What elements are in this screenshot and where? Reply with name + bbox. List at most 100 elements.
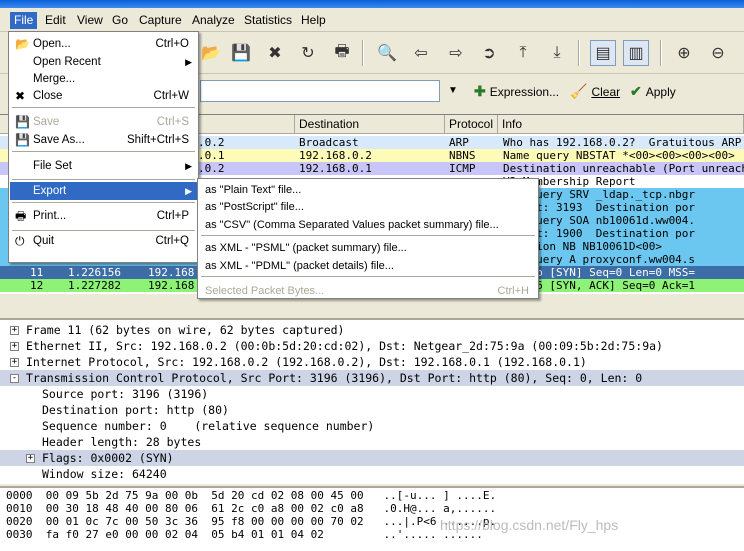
detail-row[interactable]: + Flags: 0x0002 (SYN) [0, 450, 744, 466]
filter-dropdown-icon[interactable]: ▼ [448, 85, 458, 96]
file-menu-print[interactable]: 🖶 Print... Ctrl+P [10, 207, 197, 225]
filter-input[interactable] [200, 80, 440, 102]
submenu-arrow-icon: ▶ [185, 186, 192, 196]
hex-row: 0010 00 30 18 48 40 00 80 06 61 2c c0 a8… [6, 502, 497, 515]
detail-row[interactable]: Header length: 28 bytes [0, 434, 744, 450]
zoom-in-icon[interactable]: ⊕ [671, 40, 697, 66]
export-menu-as-xml-psml-packet-summary-fil[interactable]: as XML - "PSML" (packet summary) file... [199, 240, 537, 257]
file-menu-close[interactable]: ✖ Close Ctrl+W [10, 87, 197, 105]
close-icon: ✖ [15, 89, 26, 103]
toolbar-separator [362, 40, 364, 66]
export-menu-as-xml-pdml-packet-details-fil[interactable]: as XML - "PDML" (packet details) file... [199, 258, 537, 275]
column-header-destination[interactable]: Destination [295, 115, 445, 134]
file-menu-save-as[interactable]: 💾 Save As... Shift+Ctrl+S [10, 131, 197, 149]
detail-text: Frame 11 (62 bytes on wire, 62 bytes cap… [26, 323, 345, 337]
export-menu-as-csv-comma-separated-values-[interactable]: as "CSV" (Comma Separated Values packet … [199, 217, 537, 234]
menu-item-shortcut: Ctrl+O [155, 38, 189, 50]
toolbar-separator [578, 40, 580, 66]
detail-row[interactable]: + Internet Protocol, Src: 192.168.0.2 (19… [0, 354, 744, 370]
menu-item-label: Save [33, 116, 60, 128]
packet-protocol: ICMP [449, 162, 476, 175]
packet-bytes-pane[interactable]: 0000 00 09 5b 2d 75 9a 00 0b 5d 20 cd 02… [0, 486, 744, 551]
menu-item-label: as "Plain Text" file... [205, 184, 302, 196]
menu-item-shortcut: Ctrl+Q [155, 235, 189, 247]
menu-separator [201, 235, 535, 236]
detail-row[interactable]: Window size: 64240 [0, 466, 744, 482]
expand-icon[interactable]: + [10, 342, 19, 351]
print-icon: 🖶 [15, 209, 27, 223]
go-forward-icon[interactable]: ⇨ [443, 40, 469, 66]
go-back-icon[interactable]: ⇦ [408, 40, 434, 66]
expand-icon[interactable]: + [10, 326, 19, 335]
packet-details-pane[interactable]: + Frame 11 (62 bytes on wire, 62 bytes ca… [0, 318, 744, 484]
expand-icon[interactable]: + [10, 358, 19, 367]
zoom-out-icon[interactable]: ⊖ [705, 40, 731, 66]
export-menu-selected-packet-bytes[interactable]: Selected Packet Bytes... Ctrl+H [199, 283, 537, 300]
menu-item-label: Quit [33, 235, 55, 247]
packet-time: 1.226156 [68, 266, 121, 279]
file-menu-export[interactable]: Export ▶ [10, 182, 197, 200]
detail-row[interactable]: Source port: 3196 (3196) [0, 386, 744, 402]
packet-destination: 192.168.0.1 [299, 162, 372, 175]
save-icon: 💾 [15, 115, 30, 129]
print-icon[interactable]: 🖶 [329, 40, 355, 66]
open-icon: 📂 [15, 37, 30, 51]
menu-item-label: Print... [33, 210, 67, 222]
go-first-icon[interactable]: ⤒ [510, 40, 536, 66]
file-menu-quit[interactable]: ⏻ Quit Ctrl+Q [10, 232, 197, 250]
packet-destination: Broadcast [299, 136, 359, 149]
open-file-icon[interactable]: 📂 [198, 40, 224, 66]
auto-scroll-icon[interactable]: ▥ [623, 40, 649, 66]
file-menu-dropdown: 📂 Open... Ctrl+O Open Recent ▶ Merge... ✖ Close… [8, 31, 199, 263]
file-menu-open-recent[interactable]: Open Recent ▶ [10, 53, 197, 71]
detail-row[interactable]: Sequence number: 0 (relative sequence nu… [0, 418, 744, 434]
column-header-info[interactable]: Info [498, 115, 744, 134]
column-header-protocol[interactable]: Protocol [445, 115, 498, 134]
detail-row[interactable]: - Transmission Control Protocol, Src Port… [0, 370, 744, 386]
expression-button[interactable]: ✚ Expression... [474, 83, 559, 100]
menu-item-shortcut: Ctrl+W [153, 90, 189, 102]
detail-text: Transmission Control Protocol, Src Port:… [26, 371, 643, 385]
file-menu-file-set[interactable]: File Set ▶ [10, 157, 197, 175]
save-file-icon[interactable]: 💾 [228, 40, 254, 66]
packet-number: 12 [30, 279, 44, 292]
menu-help[interactable]: Help [297, 12, 330, 29]
toolbar-separator [660, 40, 662, 66]
detail-row[interactable]: + Ethernet II, Src: 192.168.0.2 (00:0b:5d… [0, 338, 744, 354]
menu-edit[interactable]: Edit [41, 12, 70, 29]
menu-go[interactable]: Go [108, 12, 132, 29]
colorize-icon[interactable]: ▤ [590, 40, 616, 66]
detail-text: Destination port: http (80) [42, 403, 229, 417]
menu-statistics[interactable]: Statistics [240, 12, 296, 29]
file-menu-merge[interactable]: Merge... [10, 70, 197, 88]
packet-source: .0.2 [198, 136, 225, 149]
file-menu-save[interactable]: 💾 Save Ctrl+S [10, 113, 197, 131]
expand-icon[interactable]: + [26, 454, 35, 463]
menu-view[interactable]: View [73, 12, 107, 29]
menu-item-label: Close [33, 90, 63, 102]
reload-icon[interactable]: ↻ [295, 40, 321, 66]
detail-row[interactable]: + Frame 11 (62 bytes on wire, 62 bytes ca… [0, 322, 744, 338]
menu-capture[interactable]: Capture [135, 12, 186, 29]
export-menu-as-postscript-file[interactable]: as "PostScript" file... [199, 199, 537, 216]
go-to-packet-icon[interactable]: ➲ [476, 40, 502, 66]
collapse-icon[interactable]: - [10, 374, 19, 383]
close-file-icon[interactable]: ✖ [262, 40, 288, 66]
menu-item-shortcut: Shift+Ctrl+S [127, 134, 189, 146]
detail-row[interactable]: Destination port: http (80) [0, 402, 744, 418]
quit-icon: ⏻ [15, 234, 25, 248]
packet-source: .0.1 [198, 149, 225, 162]
file-menu-open[interactable]: 📂 Open... Ctrl+O [10, 35, 197, 53]
find-packet-icon[interactable]: 🔍 [374, 40, 400, 66]
clear-button[interactable]: 🧹 Clear [570, 83, 620, 100]
apply-button[interactable]: ✔ Apply [630, 83, 676, 100]
window-title-bar [0, 0, 744, 8]
menu-item-label: Open Recent [33, 56, 101, 68]
packet-source: 192.168 [148, 279, 195, 292]
menu-item-label: Open... [33, 38, 71, 50]
export-menu-as-plain-text-file[interactable]: as "Plain Text" file... [199, 182, 537, 199]
menu-separator [201, 276, 535, 277]
menu-analyze[interactable]: Analyze [188, 12, 239, 29]
go-last-icon[interactable]: ⤓ [544, 40, 570, 66]
menu-file[interactable]: File [10, 12, 38, 29]
